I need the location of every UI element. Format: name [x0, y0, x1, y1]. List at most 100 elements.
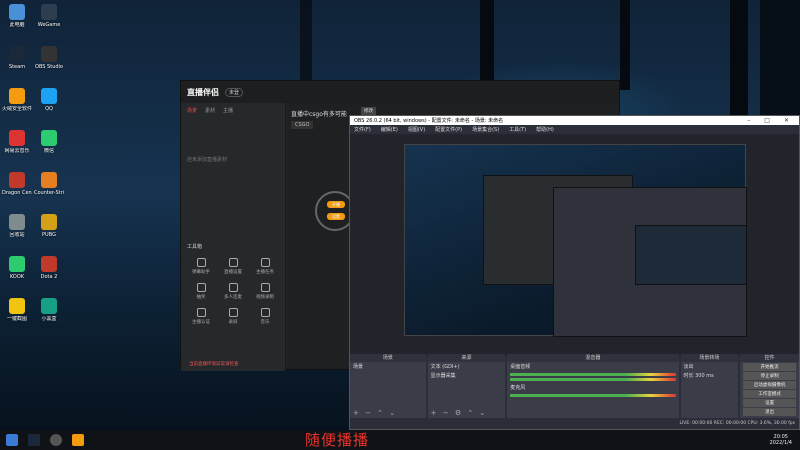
desktop-icon[interactable]: 微信	[34, 130, 64, 154]
desktop-icon[interactable]: 一键截图	[2, 298, 32, 322]
maximize-icon[interactable]: □	[764, 117, 770, 124]
sources-dock-title: 来源	[427, 354, 506, 362]
obs-control-button[interactable]: 退出	[743, 408, 796, 416]
controls-dock: 控件 开始推流 停止录制 启动虚拟摄像机 工作室模式 设置 退出	[740, 354, 799, 418]
desktop-icon[interactable]: KOOK	[2, 256, 32, 280]
obs-menu-item[interactable]: 编辑(E)	[381, 126, 398, 133]
minimize-icon[interactable]: –	[747, 117, 750, 124]
desktop-icon[interactable]: PUBG	[34, 214, 64, 238]
transition-duration[interactable]: 时长 300 ms	[681, 371, 739, 380]
desktop-icon[interactable]: QQ	[34, 88, 64, 112]
desktop-icon[interactable]: Dragon Center	[2, 172, 32, 196]
close-icon[interactable]: ✕	[784, 117, 789, 124]
tool-icon	[196, 258, 206, 267]
obs-menu-item[interactable]: 帮助(H)	[536, 126, 554, 133]
windows-start-icon[interactable]	[6, 434, 18, 446]
tool-icon	[228, 283, 238, 292]
desktop-icon[interactable]: Steam	[2, 46, 32, 70]
tool-label: 直播设置	[224, 270, 242, 275]
scene-item[interactable]: 场景	[350, 362, 426, 371]
source-item[interactable]: 文本 (GDI+)	[428, 362, 506, 371]
desktop-icon[interactable]: 回收站	[2, 214, 32, 238]
obs-control-button[interactable]: 停止录制	[743, 372, 796, 380]
tool-label: 多人连麦	[224, 295, 242, 300]
mixer-dock: 混音器 桌面音频 麦克风	[507, 354, 679, 418]
transition-select[interactable]: 淡出	[681, 362, 739, 371]
obs-titlebar: OBS 26.0.2 (64 bit, windows) - 配置文件: 未命名…	[350, 116, 799, 125]
scenes-dock: 场景 场景 + − ⌃ ⌄	[350, 354, 426, 418]
desktop-icon[interactable]: WeGame	[34, 4, 64, 28]
obs-control-button[interactable]: 设置	[743, 399, 796, 407]
category-chip[interactable]: CSGO	[291, 121, 314, 129]
tool-item[interactable]: 主播任务	[249, 258, 281, 275]
app-icon	[41, 172, 57, 188]
tool-item[interactable]: 直播设置	[217, 258, 249, 275]
obs-menu-item[interactable]: 配置文件(P)	[435, 126, 462, 133]
desktop-icon[interactable]: 此电脑	[2, 4, 32, 28]
tool-item[interactable]: 音乐	[249, 308, 281, 325]
tab-host[interactable]: 主播	[223, 107, 233, 114]
tool-label: 视频录制	[256, 295, 274, 300]
desktop-icon-label: Dota 2	[40, 274, 58, 280]
tab-materials[interactable]: 素材	[205, 107, 215, 114]
source-actions[interactable]: + − ⚙ ⌃ ⌄	[431, 409, 488, 417]
obs-menu-item[interactable]: 文件(F)	[354, 126, 371, 133]
obs-control-button[interactable]: 工作室模式	[743, 390, 796, 398]
app-icon	[41, 46, 57, 62]
obs-menu-item[interactable]: 视图(V)	[408, 126, 425, 133]
tool-label: 弹幕助手	[192, 270, 210, 275]
desktop-icon-label: 小黑盒	[41, 316, 57, 322]
obs-docks: 场景 场景 + − ⌃ ⌄ 来源 文本 (GDI+) 显示器采集 + − ⚙ ⌃…	[350, 354, 799, 418]
desktop-icon[interactable]: OBS Studio	[34, 46, 64, 70]
empty-hint: 还未添加直播素材	[187, 157, 228, 163]
desktop-audio-meter-r[interactable]	[510, 378, 676, 381]
obs-menu-item[interactable]: 工具(T)	[509, 126, 526, 133]
mic-audio-meter[interactable]	[510, 394, 676, 397]
system-tray: 20:05 2022/1/4	[770, 434, 800, 446]
desktop-icon[interactable]: 小黑盒	[34, 298, 64, 322]
desktop-icon-label: OBS Studio	[35, 64, 63, 70]
tool-item[interactable]: 弹幕助手	[185, 258, 217, 275]
preview-capture	[404, 144, 747, 337]
tool-icon	[196, 283, 206, 292]
obs-title-text: OBS 26.0.2 (64 bit, windows) - 配置文件: 未命名…	[354, 118, 504, 124]
desktop-icon-label: PUBG	[42, 232, 56, 238]
companion-app-name: 直播伴侣	[187, 87, 219, 97]
obs-statusbar: LIVE: 00:00:00 REC: 00:00:00 CPU: 3.6%, …	[350, 420, 799, 429]
obs-control-button[interactable]: 开始推流	[743, 363, 796, 371]
app-icon	[9, 4, 25, 20]
scene-actions[interactable]: + − ⌃ ⌄	[353, 409, 397, 417]
obs-menu-item[interactable]: 场景集合(S)	[472, 126, 499, 133]
desktop-icon[interactable]: Counter-Strike	[34, 172, 64, 196]
environment-warning[interactable]: 当前直播环境异常请检查	[189, 361, 239, 367]
desktop-icon[interactable]: 火绒安全软件	[2, 88, 32, 112]
desktop-icon[interactable]: Dota 2	[34, 256, 64, 280]
tool-item[interactable]: 录屏	[217, 308, 249, 325]
tool-item[interactable]: 主播认证	[185, 308, 217, 325]
tool-item[interactable]: 视频录制	[249, 283, 281, 300]
obs-control-button[interactable]: 启动虚拟摄像机	[743, 381, 796, 389]
app-icon	[9, 172, 25, 188]
companion-taskbar-icon[interactable]	[72, 434, 84, 446]
tool-item[interactable]: 抽奖	[185, 283, 217, 300]
steam-taskbar-icon[interactable]	[28, 434, 40, 446]
sources-dock: 来源 文本 (GDI+) 显示器采集 + − ⚙ ⌃ ⌄	[427, 354, 506, 418]
companion-sidebar: 场景 素材 主播 还未添加直播素材 工具箱 弹幕助手 直播设置 主播任务 抽奖 多人连麦…	[181, 103, 286, 371]
tool-icon	[260, 308, 270, 317]
desktop-audio-meter[interactable]	[510, 373, 676, 376]
tool-item[interactable]: 多人连麦	[217, 283, 249, 300]
obs-taskbar-icon[interactable]	[50, 434, 62, 446]
tool-label: 录屏	[228, 320, 238, 325]
clock-date: 2022/1/4	[769, 440, 792, 446]
source-item[interactable]: 显示器采集	[428, 371, 506, 380]
desktop-icon-label: 微信	[43, 148, 54, 154]
tool-label: 抽奖	[196, 295, 206, 300]
stream-subtitle: 随便播播	[305, 431, 370, 449]
desktop-icon[interactable]: 网易云音乐	[2, 130, 32, 154]
login-badge[interactable]: 未登	[225, 87, 244, 97]
clock[interactable]: 20:05 2022/1/4	[770, 434, 792, 446]
start-live-button[interactable]: 开播	[327, 201, 345, 208]
edit-title-button[interactable]: 修改	[361, 107, 376, 115]
tab-scenes[interactable]: 场景	[187, 107, 197, 114]
settings-pill-button[interactable]: 设置	[327, 213, 345, 220]
